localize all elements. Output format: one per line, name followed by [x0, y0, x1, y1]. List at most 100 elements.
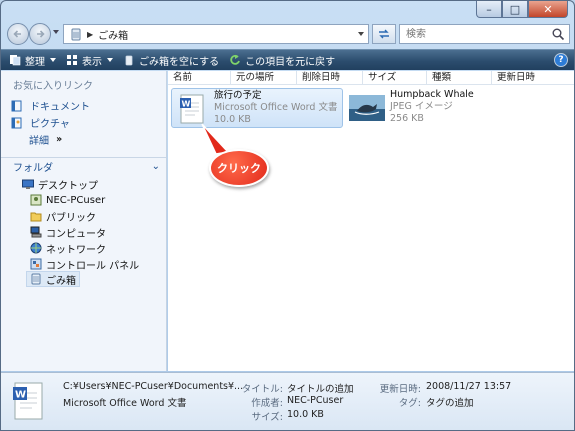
pictures-icon	[11, 117, 22, 128]
details-author-label: 作成者:	[251, 398, 283, 409]
desktop-icon	[22, 179, 34, 189]
refresh-icon	[379, 29, 389, 39]
details-tags-label: タグ:	[398, 398, 421, 409]
views-button[interactable]: 表示	[66, 53, 113, 68]
recycle-bin-icon	[31, 273, 41, 285]
back-arrow-icon	[13, 30, 21, 38]
recent-pages-dropdown[interactable]	[53, 30, 59, 34]
explorer-window: – □ ✕ ▶ ごみ箱 整理	[0, 0, 575, 431]
tree-item-label: デスクトップ	[38, 180, 98, 192]
favorite-documents[interactable]: ドキュメント	[11, 98, 90, 113]
tree-item-label: コンピュータ	[46, 228, 106, 240]
favorite-documents-label: ドキュメント	[30, 102, 90, 113]
folder-icon	[30, 212, 42, 222]
tree-item-desktop[interactable]: デスクトップ	[19, 176, 101, 192]
tree-item-recycle-bin[interactable]: ごみ箱	[26, 271, 80, 287]
address-row: ▶ ごみ箱	[7, 21, 570, 47]
restore-item-button[interactable]: この項目を元に戻す	[229, 53, 335, 68]
organize-icon	[10, 55, 21, 66]
details-modified-label: 更新日時:	[379, 384, 421, 395]
double-chevron-icon: ››	[56, 134, 62, 145]
views-icon	[67, 55, 77, 65]
file-size: 256 KB	[390, 113, 424, 124]
tree-item-label: コントロール パネル	[46, 260, 140, 272]
word-document-large-icon: W	[13, 382, 43, 420]
user-folder-icon	[30, 194, 42, 206]
organize-dropdown-icon	[50, 58, 56, 62]
organize-button[interactable]: 整理	[9, 53, 56, 68]
details-path: C:¥Users¥NEC-PCuser¥Documents¥...	[63, 381, 244, 392]
tree-item-computer[interactable]: コンピュータ	[27, 224, 109, 240]
column-date-modified[interactable]: 更新日時	[492, 71, 574, 84]
file-list-pane: 名前 元の場所 削除日時 サイズ 種類 更新日時 W 旅行の予定 Microso…	[168, 71, 574, 371]
maximize-button[interactable]: □	[502, 1, 528, 18]
column-original-location[interactable]: 元の場所	[231, 71, 297, 84]
views-dropdown-icon	[107, 58, 113, 62]
minimize-button[interactable]: –	[476, 1, 502, 18]
command-bar: 整理 表示 ごみ箱を空にする この項目を元に戻す ?	[1, 49, 574, 70]
more-links[interactable]: 詳細 ››	[29, 132, 62, 147]
favorite-pictures-label: ピクチャ	[30, 119, 70, 130]
tree-item-label: ネットワーク	[46, 244, 106, 256]
file-item-jpeg[interactable]: Humpback Whale JPEG イメージ 256 KB	[346, 88, 496, 128]
recycle-bin-icon	[71, 28, 81, 41]
details-title-value[interactable]: タイトルの追加	[287, 381, 354, 395]
refresh-button[interactable]	[372, 24, 396, 44]
column-size[interactable]: サイズ	[363, 71, 427, 84]
svg-text:W: W	[15, 390, 26, 401]
details-author-value[interactable]: NEC-PCuser	[287, 395, 343, 406]
details-modified-value: 2008/11/27 13:57	[426, 381, 512, 392]
column-headers: 名前 元の場所 削除日時 サイズ 種類 更新日時	[168, 71, 574, 85]
file-name: Humpback Whale	[390, 89, 474, 100]
close-button[interactable]: ✕	[528, 1, 568, 18]
control-panel-icon	[30, 258, 42, 270]
details-size-value: 10.0 KB	[287, 409, 324, 420]
details-size-label: サイズ:	[251, 412, 283, 423]
column-date-deleted[interactable]: 削除日時	[297, 71, 363, 84]
details-title-label: タイトル:	[241, 384, 283, 395]
forward-arrow-icon	[37, 30, 45, 38]
tree-item-public[interactable]: パブリック	[27, 208, 99, 224]
address-dropdown-icon[interactable]	[358, 32, 364, 36]
file-size: 10.0 KB	[214, 114, 251, 125]
search-input[interactable]	[400, 25, 540, 43]
column-type[interactable]: 種類	[427, 71, 492, 84]
network-icon	[30, 242, 42, 254]
computer-icon	[30, 226, 42, 238]
restore-arrow-icon	[230, 54, 240, 65]
file-item-word-doc[interactable]: W 旅行の予定 Microsoft Office Word 文書 10.0 KB	[171, 88, 343, 128]
more-label: 詳細	[29, 136, 49, 147]
tree-item-label: パブリック	[46, 212, 96, 224]
favorite-pictures[interactable]: ピクチャ	[11, 115, 70, 130]
documents-icon	[11, 100, 22, 111]
empty-bin-icon	[125, 55, 133, 66]
breadcrumb-current[interactable]: ごみ箱	[98, 27, 128, 42]
address-bar[interactable]: ▶ ごみ箱	[63, 24, 369, 44]
back-button[interactable]	[7, 23, 29, 45]
forward-button[interactable]	[29, 23, 51, 45]
search-box[interactable]	[399, 24, 570, 44]
tree-item-user[interactable]: NEC-PCuser	[27, 192, 108, 208]
search-icon[interactable]	[551, 27, 565, 41]
tree-item-network[interactable]: ネットワーク	[27, 240, 109, 256]
views-label: 表示	[82, 56, 102, 68]
navigation-pane: お気に入りリンク ドキュメント ピクチャ 詳細 ›› フォルダ ⌄ デスクトップ…	[1, 71, 167, 371]
image-thumbnail	[348, 90, 386, 126]
tree-item-control-panel[interactable]: コントロール パネル	[27, 256, 142, 272]
column-name[interactable]: 名前	[168, 71, 231, 84]
details-type: Microsoft Office Word 文書	[63, 398, 187, 409]
caption-buttons: – □ ✕	[476, 1, 568, 18]
breadcrumb-separator-icon: ▶	[87, 29, 94, 39]
tree-item-label: ごみ箱	[46, 275, 76, 287]
click-callout: クリック	[209, 149, 269, 187]
folders-header[interactable]: フォルダ ⌄	[1, 157, 166, 175]
file-name: 旅行の予定	[214, 90, 262, 101]
favorite-links-title: お気に入りリンク	[13, 81, 93, 92]
chevron-down-icon[interactable]: ⌄	[152, 161, 160, 172]
file-item-meta: 旅行の予定 Microsoft Office Word 文書 10.0 KB	[214, 89, 337, 127]
help-icon[interactable]: ?	[554, 53, 568, 67]
restore-label: この項目を元に戻す	[245, 56, 336, 68]
file-item-meta: Humpback Whale JPEG イメージ 256 KB	[390, 88, 474, 128]
details-tags-value[interactable]: タグの追加	[426, 395, 474, 409]
empty-recycle-bin-button[interactable]: ごみ箱を空にする	[123, 53, 219, 68]
